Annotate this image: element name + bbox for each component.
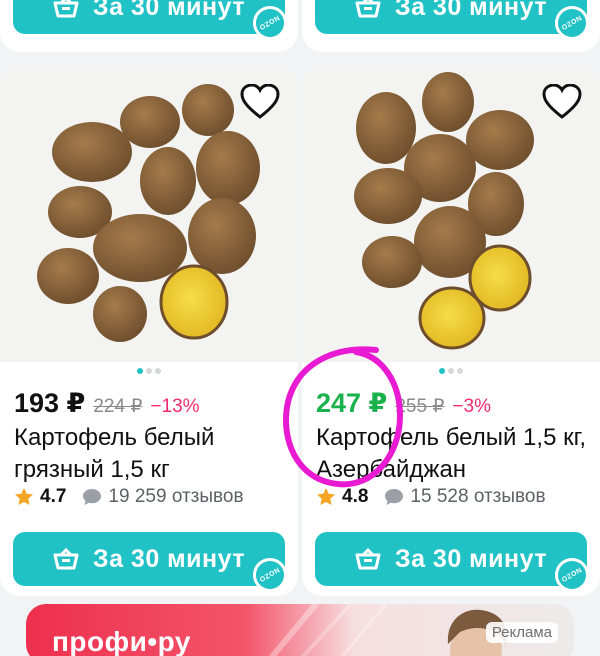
current-price: 193 ₽	[14, 388, 86, 418]
product-card[interactable]: 193 ₽ 224 ₽ −13% Картофель белый грязный…	[0, 66, 298, 596]
product-card[interactable]: 247 ₽ 255 ₽ −3% Картофель белый 1,5 кг, …	[302, 66, 600, 596]
reviews-count: 19 259 отзывов	[108, 486, 244, 507]
basket-icon	[53, 0, 79, 18]
rating-row[interactable]: 4.7 19 259 отзывов	[14, 486, 244, 508]
express-delivery-button[interactable]: За 30 минут OZON	[13, 0, 294, 47]
discount-percent: −3%	[452, 396, 491, 417]
basket-icon	[355, 0, 381, 18]
rating-value: 4.7	[40, 486, 67, 507]
heart-icon[interactable]	[240, 84, 280, 120]
ozon-badge: OZON	[548, 551, 596, 596]
express-delivery-label: За 30 минут	[92, 0, 246, 21]
discount-percent: −13%	[150, 396, 200, 417]
star-icon	[317, 488, 335, 505]
chat-bubble-icon	[385, 489, 404, 505]
ozon-badge: OZON	[246, 0, 294, 47]
photo-pagination	[137, 368, 161, 374]
confetti-decoration	[268, 604, 388, 656]
basket-icon	[53, 548, 79, 570]
express-delivery-label: За 30 минут	[92, 544, 246, 573]
basket-icon	[355, 548, 381, 570]
product-feed: За 30 минут OZON За 30 минут OZON 193 ₽ …	[0, 0, 600, 656]
product-title[interactable]: Картофель белый грязный 1,5 кг	[14, 422, 294, 486]
express-delivery-label: За 30 минут	[394, 544, 548, 573]
chat-bubble-icon	[83, 489, 102, 505]
photo-pagination	[439, 368, 463, 374]
old-price: 224 ₽	[93, 396, 143, 417]
express-delivery-label: За 30 минут	[394, 0, 548, 21]
express-delivery-button[interactable]: За 30 минут OZON	[315, 0, 596, 47]
star-icon	[15, 488, 33, 505]
reviews-count: 15 528 отзывов	[410, 486, 546, 507]
profi-ru-logo: профи•ру	[52, 626, 191, 656]
ad-label-badge[interactable]: Реклама	[485, 622, 558, 643]
product-card-top-right: За 30 минут OZON	[302, 0, 600, 52]
current-price: 247 ₽	[316, 388, 388, 418]
ozon-badge: OZON	[548, 0, 596, 47]
heart-icon[interactable]	[542, 84, 582, 120]
rating-value: 4.8	[342, 486, 369, 507]
price-row: 193 ₽ 224 ₽ −13%	[14, 388, 200, 419]
express-delivery-button[interactable]: За 30 минут OZON	[13, 532, 294, 596]
price-row: 247 ₽ 255 ₽ −3%	[316, 388, 491, 419]
rating-row[interactable]: 4.8 15 528 отзывов	[316, 486, 546, 508]
old-price: 255 ₽	[395, 396, 445, 417]
product-title[interactable]: Картофель белый 1,5 кг, Азербайджан	[316, 422, 596, 486]
ad-banner[interactable]: профи•ру Реклама	[26, 604, 574, 656]
product-card-top-left: За 30 минут OZON	[0, 0, 298, 52]
ozon-badge: OZON	[246, 551, 294, 596]
express-delivery-button[interactable]: За 30 минут OZON	[315, 532, 596, 596]
